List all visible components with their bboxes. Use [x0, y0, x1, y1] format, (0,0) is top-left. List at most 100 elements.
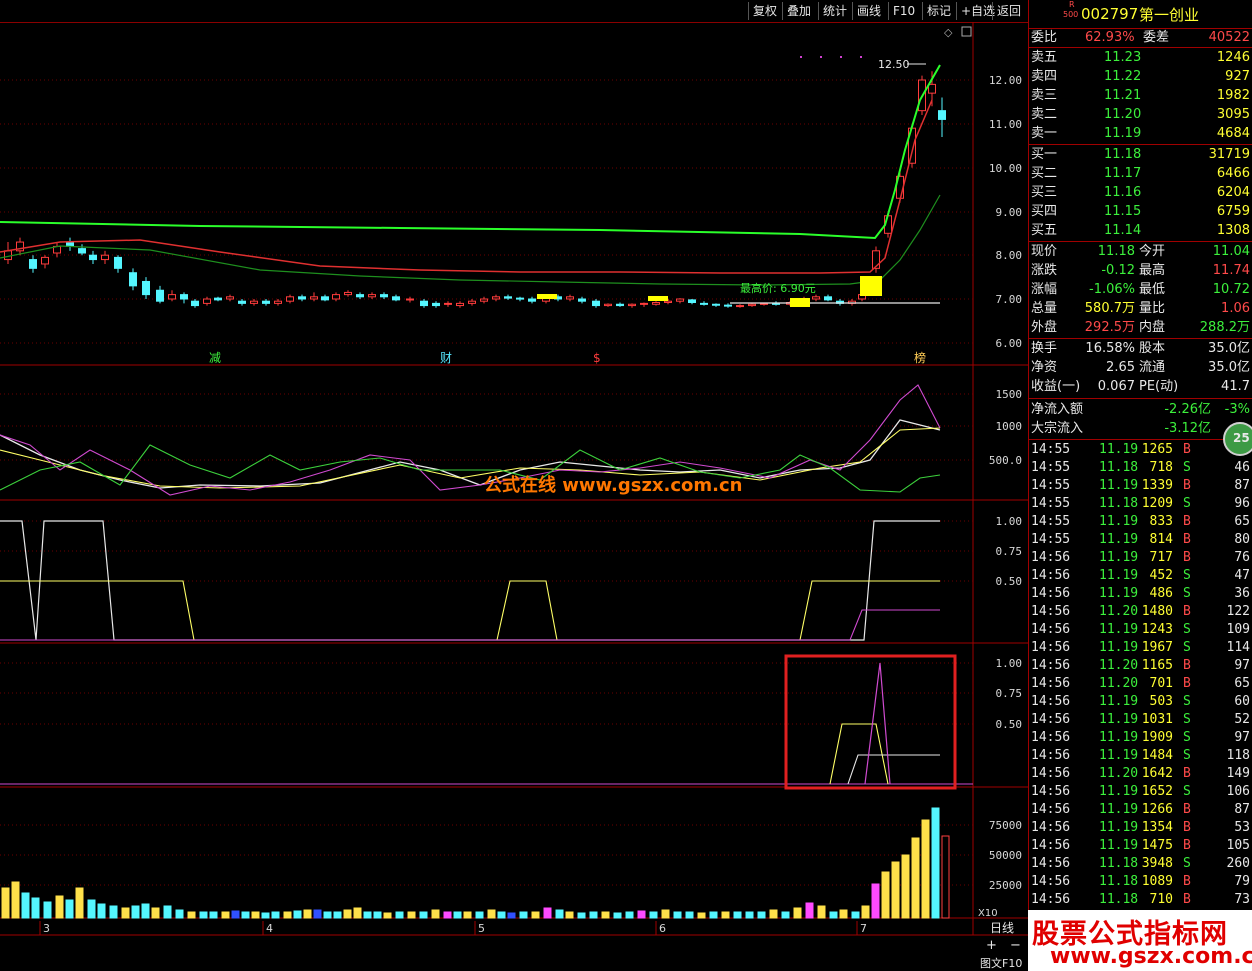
- signal-marker: [790, 298, 810, 307]
- event-marker[interactable]: 榜: [914, 350, 926, 365]
- tick-direction: S: [1183, 856, 1191, 871]
- bid-row[interactable]: 买二 11.17 6466: [1029, 164, 1252, 183]
- toolbar-button-3[interactable]: 画线: [852, 2, 885, 20]
- month-label: 5: [478, 922, 485, 935]
- tick-count: 149: [1226, 766, 1250, 781]
- trade-tick-row: 14:56 11.18 1089 B 79: [1029, 873, 1252, 891]
- volume-bar: [709, 911, 718, 919]
- candle-body: [214, 297, 222, 301]
- tick-price: 11.20: [1099, 658, 1139, 673]
- tick-count: 36: [1234, 586, 1250, 601]
- tick-volume: 1209: [1141, 496, 1173, 511]
- volume-bar: [519, 911, 528, 919]
- ask-row[interactable]: 卖五 11.23 1246: [1029, 48, 1252, 67]
- signal-marker: [648, 296, 668, 301]
- trade-tick-row: 14:55 11.18 1209 S 96: [1029, 495, 1252, 513]
- candle-body: [938, 110, 946, 120]
- bid-volume: 1308: [1216, 223, 1250, 238]
- toolbar-button-5[interactable]: 标记: [922, 2, 955, 20]
- diamond-icon[interactable]: ◇: [944, 26, 953, 39]
- bid-label: 买五: [1031, 223, 1058, 238]
- volume-bar: [1, 887, 10, 919]
- tick-time: 14:56: [1031, 550, 1071, 565]
- kline-chart-area[interactable]: 12.00 11.00 10.00 9.00 8.00 7.00 6.00 1500 1000 5…: [0, 22, 1028, 971]
- ask-row[interactable]: 卖三 11.21 1982: [1029, 86, 1252, 105]
- volume-multiplier: X10: [978, 908, 998, 919]
- bid-volume: 6759: [1216, 204, 1250, 219]
- quote-value-2: 1.06: [1221, 301, 1250, 316]
- volume-bar: [487, 909, 496, 919]
- volume-bar: [891, 861, 900, 919]
- tick-time: 14:56: [1031, 586, 1071, 601]
- f10-tab[interactable]: 图文F10: [980, 956, 1022, 970]
- ind1-tick-label: 1500: [996, 388, 1023, 401]
- tick-count: 47: [1234, 568, 1250, 583]
- quote-label-2: 今开: [1139, 244, 1166, 259]
- trade-tick-row: 14:56 11.19 1652 S 106: [1029, 783, 1252, 801]
- volume-bar: [745, 911, 754, 919]
- bid-row[interactable]: 买三 11.16 6204: [1029, 183, 1252, 202]
- candle-body: [89, 254, 97, 261]
- tick-count: 118: [1226, 748, 1250, 763]
- ind2-line-yellow: [0, 580, 940, 641]
- volume-bar: [565, 911, 574, 919]
- quote-row: 涨跌 -0.12 最高 11.74: [1029, 261, 1252, 280]
- ask-row[interactable]: 卖四 11.22 927: [1029, 67, 1252, 86]
- tick-count: 97: [1234, 658, 1250, 673]
- volume-bar: [921, 819, 930, 919]
- toolbar-button-1[interactable]: 叠加: [782, 2, 815, 20]
- candle-body: [286, 296, 294, 302]
- chart-watermark: 公式在线 www.gszx.com.cn: [484, 474, 742, 496]
- ask-price: 11.23: [1104, 50, 1142, 65]
- volume-bar: [443, 911, 452, 919]
- ask-row[interactable]: 卖二 11.20 3095: [1029, 105, 1252, 124]
- tick-price: 11.19: [1099, 532, 1139, 547]
- event-marker[interactable]: 减: [209, 351, 221, 365]
- quote-value: -0.12: [1101, 263, 1135, 278]
- toolbar-button-0[interactable]: 复权: [748, 2, 781, 20]
- volume-bar: [353, 907, 362, 919]
- window-toggle-icon[interactable]: [961, 26, 972, 37]
- toolbar-button-2[interactable]: 统计: [818, 2, 851, 20]
- tick-direction: B: [1183, 532, 1191, 547]
- event-marker[interactable]: 财: [440, 351, 452, 365]
- zoom-out-button[interactable]: −: [1010, 938, 1021, 953]
- quote-label-2: 量比: [1139, 301, 1166, 316]
- quote-value-2: 11.74: [1212, 263, 1250, 278]
- trade-tick-row: 14:56 11.19 717 B 76: [1029, 549, 1252, 567]
- bid-row[interactable]: 买四 11.15 6759: [1029, 202, 1252, 221]
- volume-bar: [601, 911, 610, 919]
- bid-row[interactable]: 买五 11.14 1308: [1029, 221, 1252, 240]
- volume-bar: [131, 905, 140, 919]
- candle-body: [250, 300, 258, 304]
- flow-badge[interactable]: 25: [1223, 422, 1252, 456]
- tick-volume: 1354: [1141, 820, 1173, 835]
- bid-label: 买三: [1031, 185, 1058, 200]
- tick-direction: B: [1183, 514, 1191, 529]
- tick-count: 87: [1234, 802, 1250, 817]
- purple-dot: [840, 56, 842, 58]
- trade-tick-row: 14:56 11.18 3948 S 260: [1029, 855, 1252, 873]
- candle-body: [356, 294, 364, 298]
- tick-count: 79: [1234, 874, 1250, 889]
- trade-tick-row: 14:56 11.19 452 S 47: [1029, 567, 1252, 585]
- toolbar-button-4[interactable]: F10: [888, 2, 919, 20]
- tick-time: 14:56: [1031, 856, 1071, 871]
- ask-row[interactable]: 卖一 11.19 4684: [1029, 124, 1252, 143]
- tick-time: 14:55: [1031, 478, 1071, 493]
- bid-row[interactable]: 买一 11.18 31719: [1029, 145, 1252, 164]
- month-label: 6: [659, 922, 666, 935]
- tick-price: 11.18: [1099, 856, 1139, 871]
- tick-direction: B: [1183, 676, 1191, 691]
- volume-bar: [97, 903, 106, 919]
- volume-bar: [793, 907, 802, 919]
- tick-direction: S: [1183, 568, 1191, 583]
- candle-body: [344, 291, 352, 296]
- flow-label: 大宗流入: [1031, 421, 1084, 436]
- toolbar-button-7[interactable]: 返回: [992, 2, 1025, 20]
- zoom-in-button[interactable]: +: [986, 938, 997, 953]
- panel-divider: [1029, 439, 1252, 440]
- fundamental-value-2: 35.0亿: [1208, 341, 1250, 356]
- period-label[interactable]: 日线: [990, 921, 1014, 935]
- event-marker[interactable]: $: [593, 351, 601, 365]
